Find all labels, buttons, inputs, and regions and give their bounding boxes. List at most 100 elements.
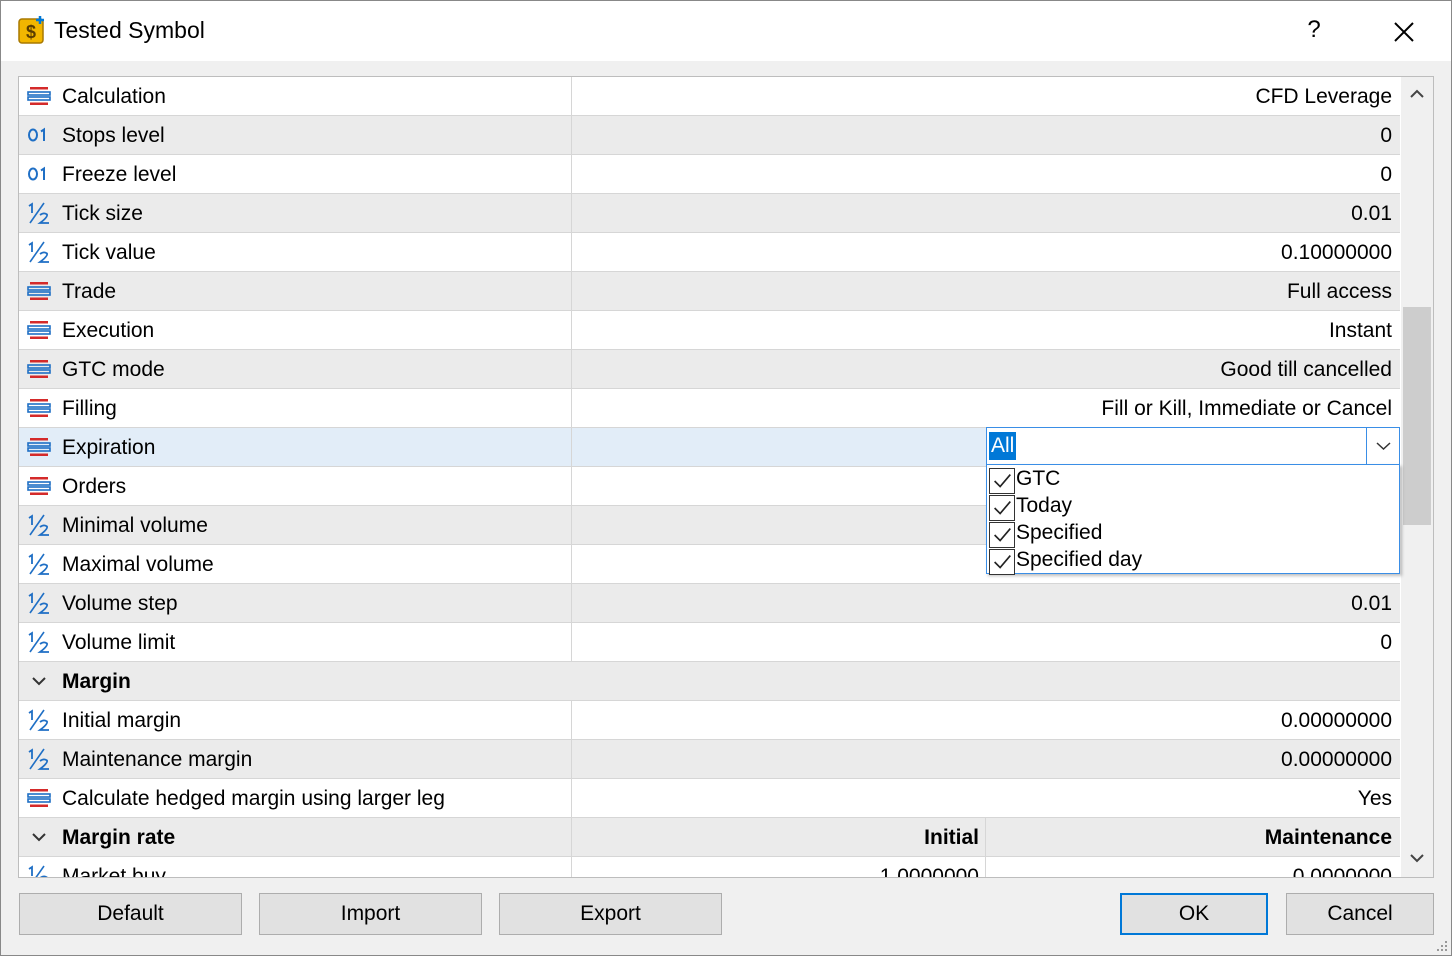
property-name: Filling <box>62 397 117 420</box>
property-row[interactable]: Tick size 0.01 <box>19 194 1400 233</box>
enum-icon <box>27 477 51 495</box>
property-row[interactable]: Stops level 0 <box>19 116 1400 155</box>
combobox-arrow-button[interactable] <box>1366 428 1399 464</box>
property-value-cell[interactable]: 0 <box>571 116 1400 154</box>
property-name: Volume limit <box>62 631 176 654</box>
property-value-cell[interactable]: CFD Leverage <box>571 77 1400 115</box>
enum-icon <box>27 360 51 378</box>
resize-grip-icon[interactable] <box>1435 939 1449 953</box>
dialog-window: $ Tested Symbol ? Calculation CFD Leverag… <box>0 0 1452 956</box>
enum-icon <box>27 438 51 456</box>
option-label: Today <box>1016 494 1073 517</box>
cancel-button[interactable]: Cancel <box>1286 893 1434 935</box>
property-value-cell[interactable]: 0.01 <box>571 194 1400 232</box>
property-row[interactable]: Volume step 0.01 <box>19 584 1400 623</box>
property-value-cell[interactable]: 0.10000000 <box>571 233 1400 271</box>
property-row[interactable]: Filling Fill or Kill, Immediate or Cancel <box>19 389 1400 428</box>
close-icon[interactable] <box>1379 3 1429 59</box>
property-row[interactable]: Maintenance margin 0.00000000 <box>19 740 1400 779</box>
dollar-symbol-icon: $ <box>18 16 44 44</box>
fraction-icon <box>28 709 49 731</box>
expiration-options-list: GTC Today Specified Specified day <box>986 464 1400 575</box>
chevron-down-icon[interactable] <box>30 673 48 689</box>
help-button[interactable]: ? <box>1291 3 1337 59</box>
window-title: Tested Symbol <box>54 17 205 43</box>
expiration-option[interactable]: GTC <box>989 466 1389 494</box>
column-header-initial: Initial <box>924 826 979 849</box>
property-value-cell[interactable]: 0.00000000 <box>571 740 1400 778</box>
property-value: Full access <box>1286 280 1392 303</box>
property-row[interactable]: Freeze level 0 <box>19 155 1400 194</box>
property-name: Calculation <box>62 85 166 108</box>
enum-icon <box>27 321 51 339</box>
scroll-down-icon[interactable] <box>1409 851 1425 865</box>
fraction-icon <box>28 553 49 575</box>
property-row[interactable]: Calculation CFD Leverage <box>19 77 1400 116</box>
property-value-cell[interactable]: Instant <box>571 311 1400 349</box>
property-row[interactable]: Tick value 0.10000000 <box>19 233 1400 272</box>
group-label: Margin rate <box>62 826 176 849</box>
ok-button[interactable]: OK <box>1120 893 1268 935</box>
property-value-cell[interactable]: 0 <box>571 155 1400 193</box>
property-value: CFD Leverage <box>1255 85 1392 108</box>
checkbox-checked-icon[interactable] <box>989 549 1015 575</box>
property-row[interactable]: Execution Instant <box>19 311 1400 350</box>
property-value-cell[interactable]: Good till cancelled <box>571 350 1400 388</box>
title-bar: $ Tested Symbol ? <box>1 1 1451 61</box>
default-button[interactable]: Default <box>19 893 242 935</box>
expiration-selected-value[interactable]: All <box>989 432 1017 460</box>
property-name: Expiration <box>62 436 156 459</box>
property-name: Market buy <box>62 865 166 878</box>
integer-icon <box>28 166 45 181</box>
property-value: 0.01 <box>1351 202 1392 225</box>
scroll-thumb[interactable] <box>1403 307 1431 525</box>
maintenance-rate-value: 0.0000000 <box>1292 865 1392 878</box>
initial-rate-value: 1.0000000 <box>879 865 979 878</box>
option-label: Specified day <box>1016 548 1143 571</box>
checkbox-checked-icon[interactable] <box>989 522 1015 548</box>
property-value-cell[interactable]: Full access <box>571 272 1400 310</box>
property-value: 0 <box>1380 124 1392 147</box>
property-row[interactable]: Calculate hedged margin using larger leg… <box>19 779 1400 818</box>
import-button[interactable]: Import <box>259 893 482 935</box>
expiration-combobox[interactable]: All <box>986 427 1400 465</box>
property-row[interactable]: Volume limit 0 <box>19 623 1400 662</box>
export-button[interactable]: Export <box>499 893 722 935</box>
property-value: 0.10000000 <box>1281 241 1392 264</box>
property-name: Stops level <box>62 124 165 147</box>
property-value: 0.01 <box>1351 592 1392 615</box>
property-value: 0.00000000 <box>1281 709 1392 732</box>
property-row[interactable]: Initial margin 0.00000000 <box>19 701 1400 740</box>
checkbox-checked-icon[interactable] <box>989 468 1015 494</box>
property-name: Maintenance margin <box>62 748 253 771</box>
property-name: Tick value <box>62 241 156 264</box>
expiration-option[interactable]: Specified <box>989 520 1389 548</box>
margin-rate-group-header[interactable]: Margin rate Initial Maintenance <box>19 818 1400 857</box>
option-label: Specified <box>1016 521 1103 544</box>
fraction-icon <box>28 748 49 770</box>
property-value-cell[interactable]: Yes <box>571 779 1400 817</box>
property-row[interactable]: Trade Full access <box>19 272 1400 311</box>
property-row[interactable]: GTC mode Good till cancelled <box>19 350 1400 389</box>
checkbox-checked-icon[interactable] <box>989 495 1015 521</box>
property-value-cell[interactable]: 0.01 <box>571 584 1400 622</box>
margin-rate-row[interactable]: Market buy 1.0000000 0.0000000 <box>19 857 1400 878</box>
chevron-down-icon[interactable] <box>30 829 48 845</box>
property-value: Good till cancelled <box>1220 358 1392 381</box>
property-name: Minimal volume <box>62 514 208 537</box>
fraction-icon <box>28 514 49 536</box>
property-name: Volume step <box>62 592 178 615</box>
property-name: Execution <box>62 319 155 342</box>
property-name: GTC mode <box>62 358 165 381</box>
scroll-up-icon[interactable] <box>1409 87 1425 101</box>
property-value-cell[interactable]: 0.00000000 <box>571 701 1400 739</box>
margin-group-header[interactable]: Margin <box>19 662 1400 701</box>
property-value-cell[interactable]: Fill or Kill, Immediate or Cancel <box>571 389 1400 427</box>
expiration-option[interactable]: Specified day <box>989 547 1389 575</box>
expiration-option[interactable]: Today <box>989 493 1389 521</box>
fraction-icon <box>28 631 49 653</box>
property-value-cell[interactable]: 0 <box>571 623 1400 661</box>
property-value: 0 <box>1380 631 1392 654</box>
vertical-scrollbar[interactable] <box>1401 77 1433 877</box>
property-value: Instant <box>1328 319 1392 342</box>
